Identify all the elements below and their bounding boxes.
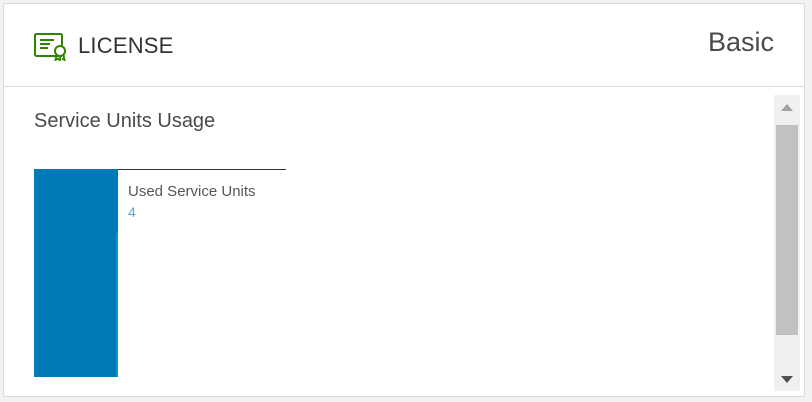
scroll-up-arrow-icon[interactable] <box>781 104 793 111</box>
scroll-down-arrow-icon[interactable] <box>781 376 793 383</box>
used-service-units-value: 4 <box>128 204 136 220</box>
vertical-scrollbar[interactable] <box>774 95 800 391</box>
usage-bar <box>34 169 118 377</box>
usage-bar-highlight <box>116 233 118 377</box>
card-header: LICENSE Basic <box>4 4 804 87</box>
license-certificate-icon <box>34 33 66 61</box>
usage-chart: Used Service Units 4 <box>34 169 294 381</box>
usage-marker-line <box>118 169 286 170</box>
card-title: LICENSE <box>78 33 174 58</box>
used-service-units-label: Used Service Units <box>128 183 256 200</box>
section-title: Service Units Usage <box>34 110 216 132</box>
license-card: LICENSE Basic Service Units Usage Used S… <box>3 3 805 397</box>
license-edition: Basic <box>707 27 774 57</box>
card-body: Service Units Usage Used Service Units 4 <box>4 87 804 396</box>
scroll-thumb[interactable] <box>776 125 798 335</box>
